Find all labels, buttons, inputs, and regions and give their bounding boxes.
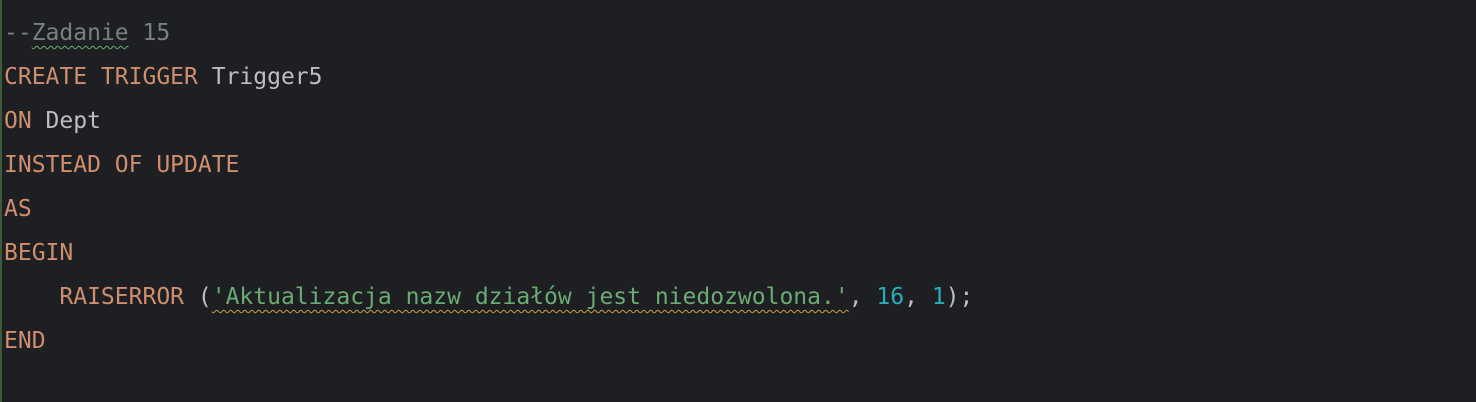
code-line-1[interactable]: --Zadanie 15 — [4, 11, 170, 55]
number-literal: 16 — [876, 284, 905, 310]
code-line-7[interactable]: RAISERROR ('Aktualizacja nazw działów je… — [4, 275, 973, 319]
open-paren: ( — [184, 284, 212, 310]
keyword: END — [4, 328, 46, 354]
separator: , — [848, 284, 877, 310]
code-line-8[interactable]: END — [4, 319, 46, 363]
keyword: BEGIN — [4, 240, 74, 266]
code-line-5[interactable]: AS — [4, 187, 32, 231]
comment-prefix: -- — [4, 20, 32, 46]
string-literal: 'Aktualizacja nazw działów jest niedozwo… — [211, 284, 849, 310]
keyword: INSTEAD OF UPDATE — [4, 152, 240, 178]
keyword: ON — [4, 108, 32, 134]
comment-rest: 15 — [128, 20, 171, 46]
separator: , — [904, 284, 932, 310]
code-editor[interactable]: --Zadanie 15 CREATE TRIGGER Trigger5 ON … — [0, 0, 1476, 402]
code-line-4[interactable]: INSTEAD OF UPDATE — [4, 143, 239, 187]
keyword: AS — [4, 196, 32, 222]
identifier: Trigger5 — [197, 64, 323, 90]
keyword: RAISERROR — [59, 284, 185, 310]
close-paren: ); — [945, 284, 974, 310]
code-line-3[interactable]: ON Dept — [4, 99, 101, 143]
comment-word: Zadanie — [31, 20, 129, 46]
number-literal: 1 — [931, 284, 946, 310]
identifier: Dept — [31, 108, 101, 134]
keyword: CREATE TRIGGER — [4, 64, 198, 90]
code-line-2[interactable]: CREATE TRIGGER Trigger5 — [4, 55, 323, 99]
code-line-6[interactable]: BEGIN — [4, 231, 73, 275]
